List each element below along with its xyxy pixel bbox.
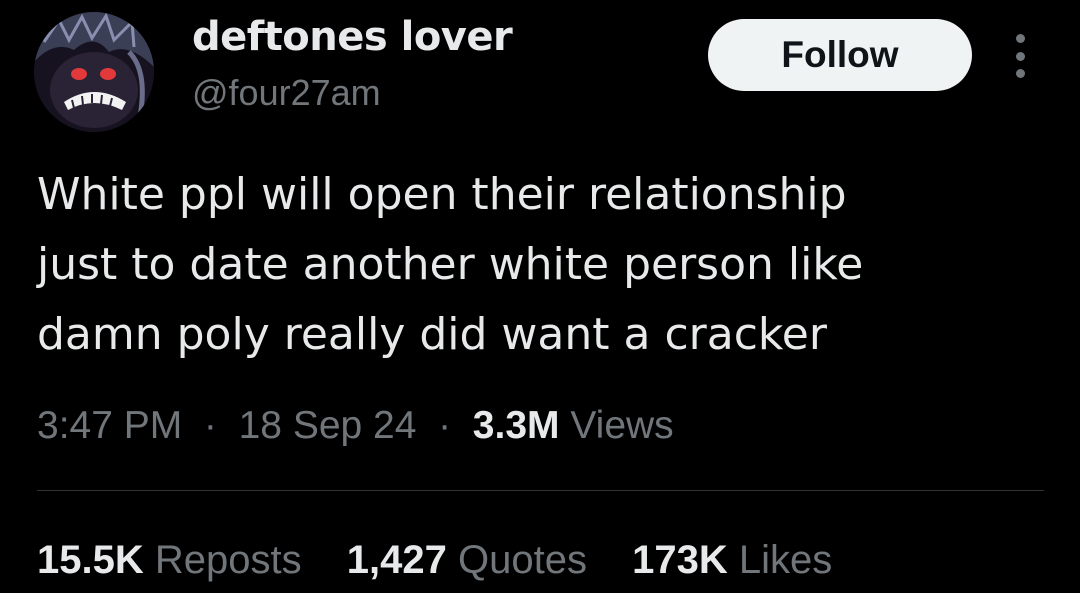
display-name[interactable]: deftones lover xyxy=(192,14,513,60)
avatar[interactable] xyxy=(34,12,154,132)
views-count: 3.3M xyxy=(472,404,560,447)
tweet-text-line: White ppl will open their relationship xyxy=(37,169,847,220)
views-label: Views xyxy=(570,404,674,447)
engagement-stats: 15.5K Reposts 1,427 Quotes 173K Likes xyxy=(37,538,866,583)
tweet-text: White ppl will open their relationship j… xyxy=(37,160,1047,370)
tweet-text-line: damn poly really did want a cracker xyxy=(37,309,827,360)
tweet-text-line: just to date another white person like xyxy=(37,239,864,290)
likes-stat[interactable]: 173K Likes xyxy=(632,538,832,582)
more-dot xyxy=(1015,34,1025,43)
more-dot xyxy=(1015,51,1025,61)
more-options-icon[interactable] xyxy=(1008,34,1032,78)
quotes-count: 1,427 xyxy=(346,538,447,582)
quotes-stat[interactable]: 1,427 Quotes xyxy=(347,538,587,582)
avatar-icon xyxy=(34,12,154,132)
reposts-count: 15.5K xyxy=(37,538,144,582)
divider xyxy=(37,490,1044,491)
tweet-time[interactable]: 3:47 PM xyxy=(37,404,182,447)
tweet-card: deftones lover @four27am Follow White pp… xyxy=(0,0,1080,593)
reposts-label: Reposts xyxy=(154,538,302,582)
meta-separator: · xyxy=(427,404,462,447)
reposts-stat[interactable]: 15.5K Reposts xyxy=(37,538,302,582)
more-dot xyxy=(1015,69,1025,78)
meta-separator: · xyxy=(193,404,228,447)
likes-count: 173K xyxy=(632,538,728,582)
quotes-label: Quotes xyxy=(457,538,587,582)
tweet-meta: 3:47 PM · 18 Sep 24 · 3.3M Views xyxy=(37,404,674,448)
user-handle[interactable]: @four27am xyxy=(192,72,381,114)
follow-button[interactable]: Follow xyxy=(708,19,972,91)
likes-label: Likes xyxy=(738,538,833,582)
tweet-date[interactable]: 18 Sep 24 xyxy=(239,404,417,447)
